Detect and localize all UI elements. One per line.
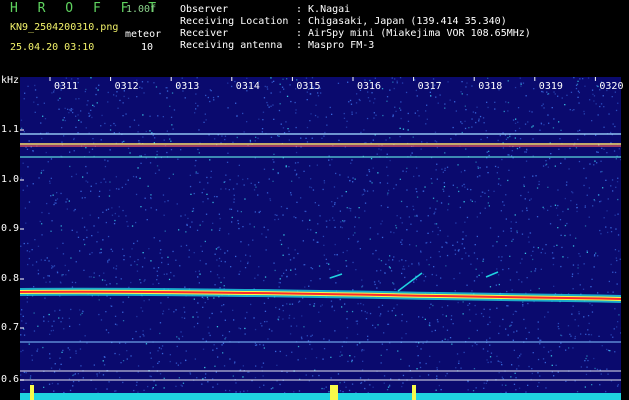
bottom-noise-strip [20, 393, 621, 400]
info-value-antenna: : Maspro FM-3 [296, 40, 375, 51]
y-tick-label: 0.7 [1, 322, 20, 333]
burst-marker [30, 385, 34, 400]
x-tick-label: 0318 [478, 81, 503, 92]
info-label-observer: Observer [180, 4, 229, 15]
burst-marker [330, 385, 338, 400]
info-label-location: Receiving Location [180, 16, 289, 27]
y-tick-label: 0.8 [1, 273, 20, 284]
x-tick-label: 0320 [599, 81, 624, 92]
info-label-receiver: Receiver [180, 28, 229, 39]
x-tick-label: 0316 [357, 81, 382, 92]
x-tick-label: 0319 [538, 81, 563, 92]
y-tick-label: 0.6 [1, 374, 20, 385]
x-tick-label: 0315 [296, 81, 321, 92]
x-tick-label: 0312 [114, 81, 139, 92]
version-label: 1.00f [126, 4, 157, 15]
info-value-observer: : K.Nagai [296, 4, 351, 15]
filename-label: KN9_2504200310.png [10, 22, 119, 33]
x-tick-label: 0314 [235, 81, 260, 92]
y-tick-label: 0.9 [1, 223, 20, 234]
y-tick-label: 1.1 [1, 124, 20, 135]
x-tick-label: 0311 [54, 81, 79, 92]
spectrogram [20, 77, 621, 400]
timestamp-label: 25.04.20 03:10 [10, 42, 95, 53]
info-label-antenna: Receiving antenna [180, 40, 283, 51]
burst-marker [412, 385, 416, 400]
info-value-receiver: : AirSpy mini (Miakejima VOR 108.65MHz) [296, 28, 531, 39]
x-tick-label: 0317 [417, 81, 442, 92]
mode-label: meteor [125, 29, 162, 40]
y-axis-unit: kHz [1, 75, 20, 86]
info-value-location: : Chigasaki, Japan (139.414 35.340) [296, 16, 507, 27]
x-tick-label: 0313 [175, 81, 200, 92]
count-label: 10 [141, 42, 154, 53]
y-tick-label: 1.0 [1, 174, 20, 185]
